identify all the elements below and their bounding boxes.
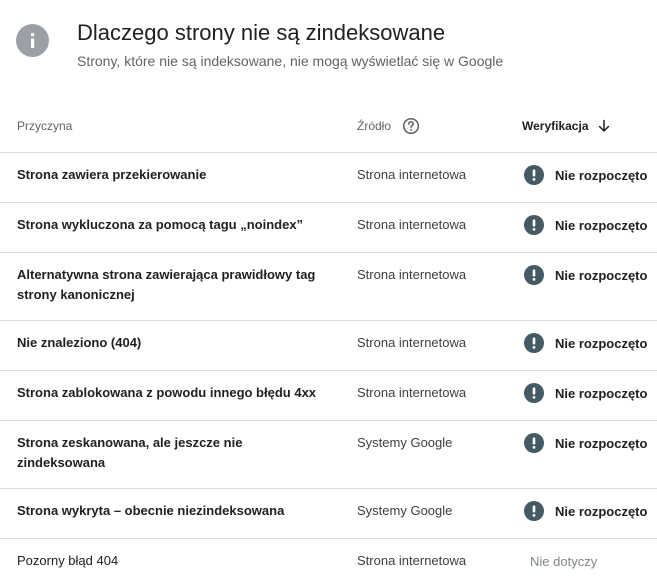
verification-status: Nie rozpoczęto (555, 267, 648, 283)
verification-cell: Nie rozpoczęto (524, 263, 647, 287)
card-subtitle: Strony, które nie są indeksowane, nie mo… (77, 53, 504, 69)
card-title: Dlaczego strony nie są zindeksowane (77, 20, 446, 45)
table-row[interactable]: Nie znaleziono (404) Strona internetowa … (0, 321, 657, 371)
info-icon (16, 24, 49, 57)
reason-cell: Strona zeskanowana, ale jeszcze nie zind… (17, 435, 243, 470)
index-status-card: Dlaczego strony nie są zindeksowane Stro… (0, 0, 657, 585)
verification-cell: Nie rozpoczęto (524, 381, 647, 405)
source-cell: Strona internetowa (357, 553, 467, 568)
reason-cell: Alternatywna strona zawierająca prawidło… (17, 267, 316, 302)
column-header-source[interactable]: Źródło (357, 100, 420, 152)
exclamation-icon (524, 501, 544, 521)
table-row[interactable]: Strona wykryta – obecnie niezindeksowana… (0, 489, 657, 539)
table-row[interactable]: Strona wykluczona za pomocą tagu „noinde… (0, 203, 657, 253)
reason-cell: Pozorny błąd 404 (17, 553, 119, 568)
column-header-source-label: Źródło (357, 119, 392, 133)
arrow-down-icon[interactable] (597, 119, 611, 133)
column-header-reason[interactable]: Przyczyna (17, 100, 72, 152)
verification-cell: Nie rozpoczęto (524, 163, 647, 187)
verification-status: Nie rozpoczęto (555, 503, 648, 519)
card-header: Dlaczego strony nie są zindeksowane Stro… (0, 0, 657, 100)
source-cell: Systemy Google (357, 435, 453, 450)
verification-cell: Nie rozpoczęto (524, 499, 647, 523)
verification-cell: Nie rozpoczęto (524, 431, 647, 455)
source-cell: Strona internetowa (357, 167, 467, 182)
exclamation-icon (524, 383, 544, 403)
source-cell: Strona internetowa (357, 385, 467, 400)
reason-cell: Nie znaleziono (404) (17, 335, 142, 350)
source-cell: Strona internetowa (357, 267, 467, 282)
reason-cell: Strona zablokowana z powodu innego błędu… (17, 385, 317, 400)
column-header-verification-label: Weryfikacja (522, 119, 589, 133)
exclamation-icon (524, 433, 544, 453)
column-header-verification[interactable]: Weryfikacja (522, 100, 611, 152)
exclamation-icon (524, 265, 544, 285)
help-icon[interactable] (402, 117, 420, 135)
verification-cell: Nie rozpoczęto (524, 331, 647, 355)
table-row[interactable]: Strona zawiera przekierowanie Strona int… (0, 153, 657, 203)
verification-cell: Nie rozpoczęto (524, 213, 647, 237)
verification-status: Nie rozpoczęto (555, 167, 648, 183)
exclamation-icon (524, 215, 544, 235)
table-header: Przyczyna Źródło Weryfikacja (0, 100, 657, 153)
column-header-reason-label: Przyczyna (17, 119, 73, 133)
verification-status: Nie rozpoczęto (555, 385, 648, 401)
verification-status: Nie rozpoczęto (555, 217, 648, 233)
exclamation-icon (524, 333, 544, 353)
reason-cell: Strona wykluczona za pomocą tagu „noinde… (17, 217, 304, 232)
source-cell: Systemy Google (357, 503, 453, 518)
verification-status: Nie dotyczy (530, 553, 598, 569)
table-row[interactable]: Strona zeskanowana, ale jeszcze nie zind… (0, 421, 657, 489)
table-row[interactable]: Pozorny błąd 404 Strona internetowa Nie … (0, 539, 657, 585)
table-row[interactable]: Alternatywna strona zawierająca prawidło… (0, 253, 657, 321)
reason-cell: Strona wykryta – obecnie niezindeksowana (17, 503, 285, 518)
table-row[interactable]: Strona zablokowana z powodu innego błędu… (0, 371, 657, 421)
verification-status: Nie rozpoczęto (555, 335, 648, 351)
verification-cell: Nie dotyczy (530, 549, 597, 573)
verification-status: Nie rozpoczęto (555, 435, 648, 451)
exclamation-icon (524, 165, 544, 185)
reason-cell: Strona zawiera przekierowanie (17, 167, 207, 182)
table-body: Strona zawiera przekierowanie Strona int… (0, 153, 657, 585)
source-cell: Strona internetowa (357, 217, 467, 232)
source-cell: Strona internetowa (357, 335, 467, 350)
